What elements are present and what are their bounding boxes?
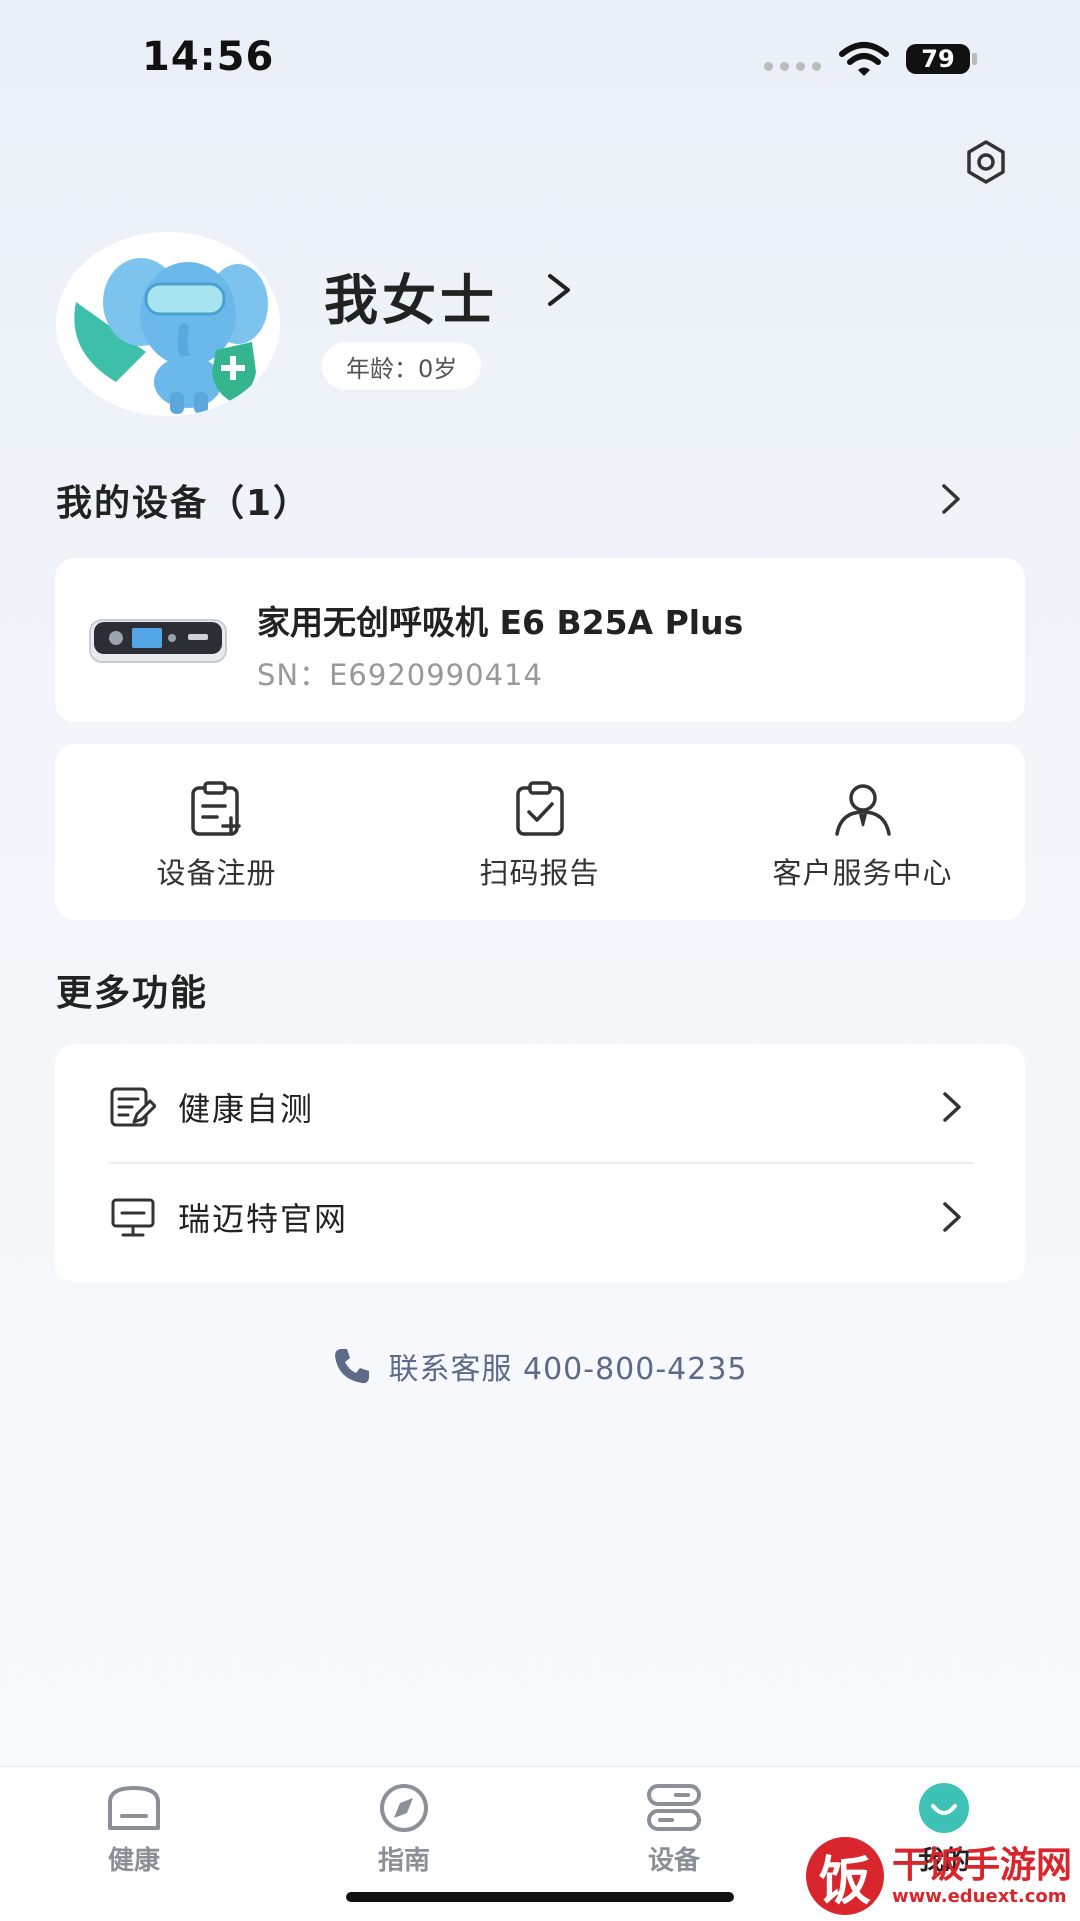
tab-guide-label: 指南 — [377, 1846, 430, 1876]
scan-report-button[interactable]: 扫码报告 — [378, 744, 701, 920]
person-icon — [834, 784, 891, 836]
device-name: 家用无创呼吸机 E6 B25A Plus — [257, 603, 744, 642]
tab-devices-label: 设备 — [647, 1846, 700, 1876]
device-register-button[interactable]: 设备注册 — [55, 744, 378, 920]
compass-icon — [380, 1784, 428, 1832]
clipboard-add-icon — [190, 781, 241, 836]
ventilator-device-image — [89, 619, 227, 663]
age-badge: 年龄：0岁 — [322, 342, 482, 390]
customer-service-button[interactable]: 客户服务中心 — [701, 744, 1024, 920]
tab-devices[interactable]: 设备 — [594, 1782, 754, 1877]
signal-icon — [764, 62, 821, 71]
monitor-icon — [111, 1198, 155, 1237]
smile-icon — [919, 1783, 969, 1833]
chevron-right-icon — [943, 1092, 961, 1122]
my-devices-title: 我的设备（1） — [56, 483, 312, 524]
health-icon — [108, 1786, 160, 1830]
scan-report-label: 扫码报告 — [479, 856, 600, 890]
home-indicator — [346, 1892, 734, 1902]
device-serial-number: SN：E6920990414 — [257, 658, 543, 692]
avatar[interactable] — [56, 232, 280, 416]
settings-icon[interactable] — [962, 138, 1010, 186]
clipboard-check-icon — [515, 781, 564, 836]
battery-indicator: 79 — [906, 44, 970, 74]
battery-cap — [972, 53, 977, 65]
watermark-logo: 饭 干饭手游网 www.eduext.com — [806, 1836, 1072, 1916]
health-self-test-label: 健康自测 — [178, 1090, 315, 1128]
contact-service-text: 联系客服 400-800-4235 — [388, 1352, 748, 1387]
edit-note-icon — [110, 1087, 156, 1127]
watermark-url: www.eduext.com — [892, 1885, 1067, 1907]
user-name[interactable]: 我女士 — [324, 256, 498, 335]
customer-service-label: 客户服务中心 — [772, 856, 953, 890]
health-self-test-row[interactable]: 健康自测 — [55, 1052, 1025, 1162]
watermark-glyph: 饭 — [806, 1837, 884, 1915]
device-register-label: 设备注册 — [156, 856, 277, 890]
wifi-icon — [839, 42, 889, 76]
elephant-mascot-icon — [74, 258, 268, 414]
chevron-right-icon — [943, 1202, 961, 1232]
tab-health[interactable]: 健康 — [54, 1782, 214, 1877]
device-icon — [647, 1784, 701, 1831]
chevron-right-icon[interactable] — [940, 482, 962, 516]
contact-service-link[interactable]: 联系客服 400-800-4235 — [0, 1344, 1080, 1388]
status-time: 14:56 — [142, 34, 275, 80]
tab-guide[interactable]: 指南 — [324, 1782, 484, 1877]
age-label: 年龄：0岁 — [346, 354, 458, 383]
phone-icon — [335, 1349, 370, 1384]
tab-health-label: 健康 — [107, 1846, 160, 1876]
watermark-title: 干饭手游网 — [892, 1844, 1073, 1886]
chevron-right-icon[interactable] — [544, 270, 574, 310]
official-website-row[interactable]: 瑞迈特官网 — [55, 1162, 1025, 1272]
more-functions-title: 更多功能 — [56, 973, 209, 1014]
official-website-label: 瑞迈特官网 — [178, 1200, 349, 1238]
